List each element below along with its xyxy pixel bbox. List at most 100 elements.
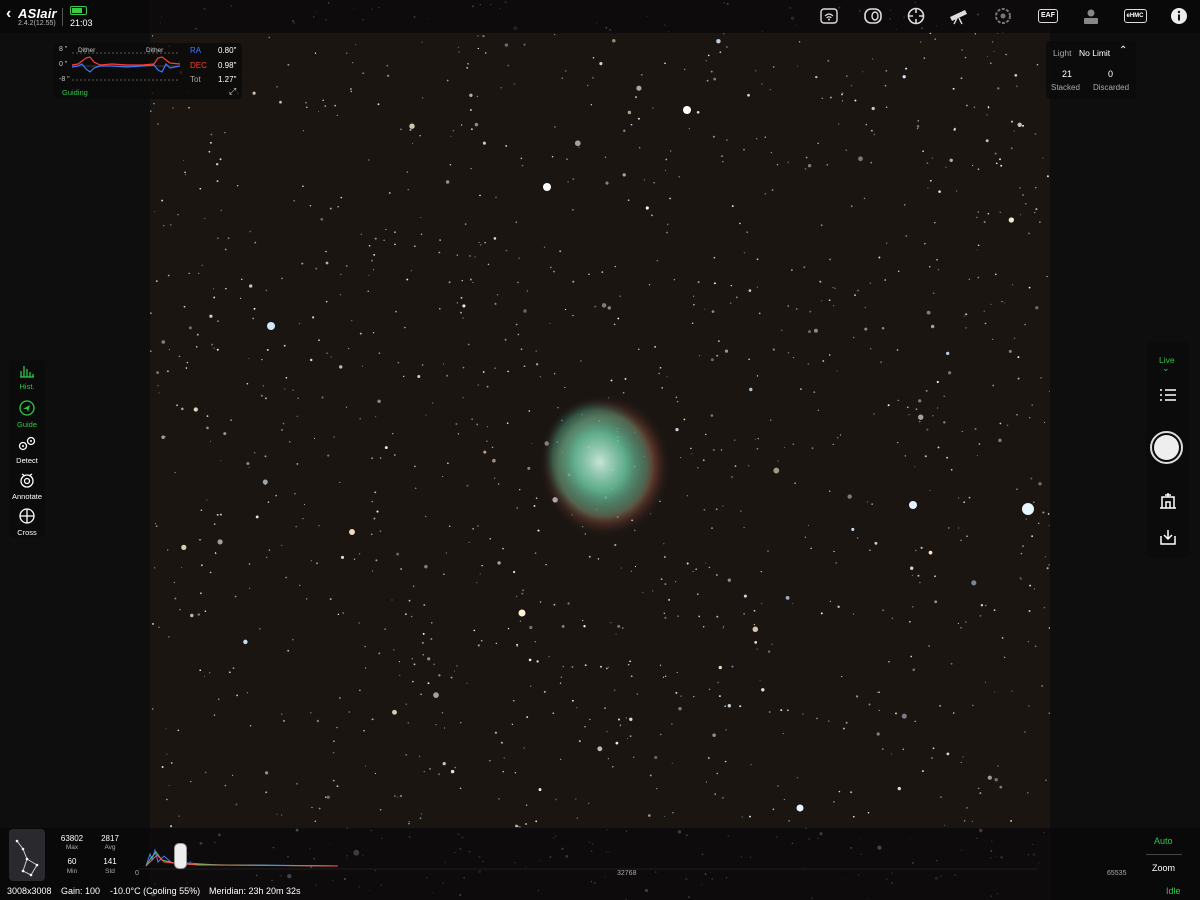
star (527, 466, 531, 470)
star (425, 414, 427, 416)
star (771, 643, 773, 645)
star (764, 136, 766, 138)
star (537, 529, 540, 532)
chevron-down-icon[interactable]: ⌄ (1162, 363, 1170, 374)
star (246, 692, 249, 694)
stack-limit[interactable]: No Limit (1079, 48, 1110, 58)
star (275, 494, 277, 497)
star (552, 712, 555, 714)
wifi-icon[interactable] (818, 6, 840, 26)
filter-wheel-icon[interactable] (862, 6, 884, 26)
bright-star (518, 609, 526, 617)
star (834, 287, 836, 290)
star (980, 604, 984, 607)
telescope-icon[interactable] (948, 6, 970, 26)
eaf-icon[interactable]: EAF (1037, 6, 1059, 26)
star (846, 75, 848, 77)
guide-tool[interactable]: Guide (9, 400, 45, 429)
star (516, 643, 519, 646)
stack-counter-panel[interactable]: Light No Limit ⌃ 21 0 Stacked Discarded (1046, 41, 1136, 99)
download-icon[interactable] (1158, 528, 1178, 551)
star (336, 726, 338, 729)
star (421, 641, 424, 644)
star (466, 682, 468, 684)
star (922, 150, 924, 153)
star (452, 129, 455, 132)
detect-tool[interactable]: Detect (9, 436, 45, 465)
auto-stretch-button[interactable]: Auto (1154, 836, 1173, 846)
star (1037, 522, 1040, 525)
star (333, 436, 335, 438)
star (810, 547, 813, 550)
hist-std-label: Std (105, 868, 115, 875)
star (526, 716, 529, 719)
star (353, 558, 356, 560)
cam-icon[interactable] (1080, 6, 1102, 26)
capture-button[interactable] (1150, 431, 1183, 464)
right-control-panel: Live ⌄ (1146, 342, 1190, 558)
hist-tool[interactable]: Hist. (9, 364, 45, 391)
star (572, 280, 575, 283)
star (624, 377, 627, 380)
star (374, 772, 377, 775)
star (231, 774, 234, 777)
star (819, 280, 822, 283)
star (592, 57, 595, 59)
star (986, 114, 988, 116)
star (213, 347, 215, 350)
chevron-left-icon[interactable]: ‹ (6, 5, 11, 23)
star (652, 107, 654, 109)
star (1042, 157, 1044, 159)
guiding-graph-panel[interactable]: 8 " 0 " -8 " Dither Dither RA 0.80" DEC … (54, 43, 242, 99)
star (421, 364, 424, 366)
star (1046, 275, 1048, 278)
star (612, 765, 614, 768)
star (945, 166, 947, 168)
star (161, 199, 164, 202)
star (296, 462, 299, 465)
bright-star (543, 183, 551, 191)
star (333, 740, 335, 743)
star (212, 288, 215, 290)
ehmc-icon[interactable]: eHMC (1123, 6, 1147, 26)
zoom-button[interactable]: Zoom (1152, 863, 1175, 873)
star (456, 665, 458, 667)
star (420, 233, 423, 235)
hist-max-label: Max (65, 844, 79, 851)
star (692, 571, 694, 573)
star (999, 422, 1002, 425)
star (347, 347, 350, 350)
cross-tool[interactable]: Cross (9, 508, 45, 537)
expand-icon[interactable]: ⤢ (229, 86, 236, 97)
star (406, 278, 409, 281)
star (937, 407, 939, 409)
star (185, 367, 188, 369)
star (268, 549, 271, 551)
star (216, 513, 219, 516)
rotator-icon[interactable] (992, 6, 1014, 26)
star (674, 581, 677, 583)
black-point-slider[interactable] (174, 843, 187, 869)
star (325, 250, 327, 253)
star (865, 123, 868, 126)
histogram-graph[interactable] (138, 838, 1038, 870)
live-image-view[interactable] (150, 0, 1050, 900)
star (698, 615, 701, 618)
list-icon[interactable] (1159, 388, 1177, 407)
hist-avg-value: 2817 (101, 834, 119, 843)
star (539, 376, 541, 378)
star (213, 714, 216, 716)
star (986, 55, 988, 58)
star (864, 306, 866, 309)
star (157, 123, 159, 125)
star (760, 571, 762, 573)
info-icon[interactable] (1168, 6, 1190, 26)
constellation-thumbnail[interactable] (9, 829, 45, 881)
star (1024, 731, 1026, 733)
stack-gate-icon[interactable] (1158, 492, 1178, 515)
chevron-up-icon[interactable]: ⌃ (1119, 45, 1127, 56)
star (398, 661, 401, 663)
star (705, 562, 707, 564)
focus-target-icon[interactable] (905, 6, 927, 26)
annotate-tool[interactable]: Annotate (9, 472, 45, 501)
